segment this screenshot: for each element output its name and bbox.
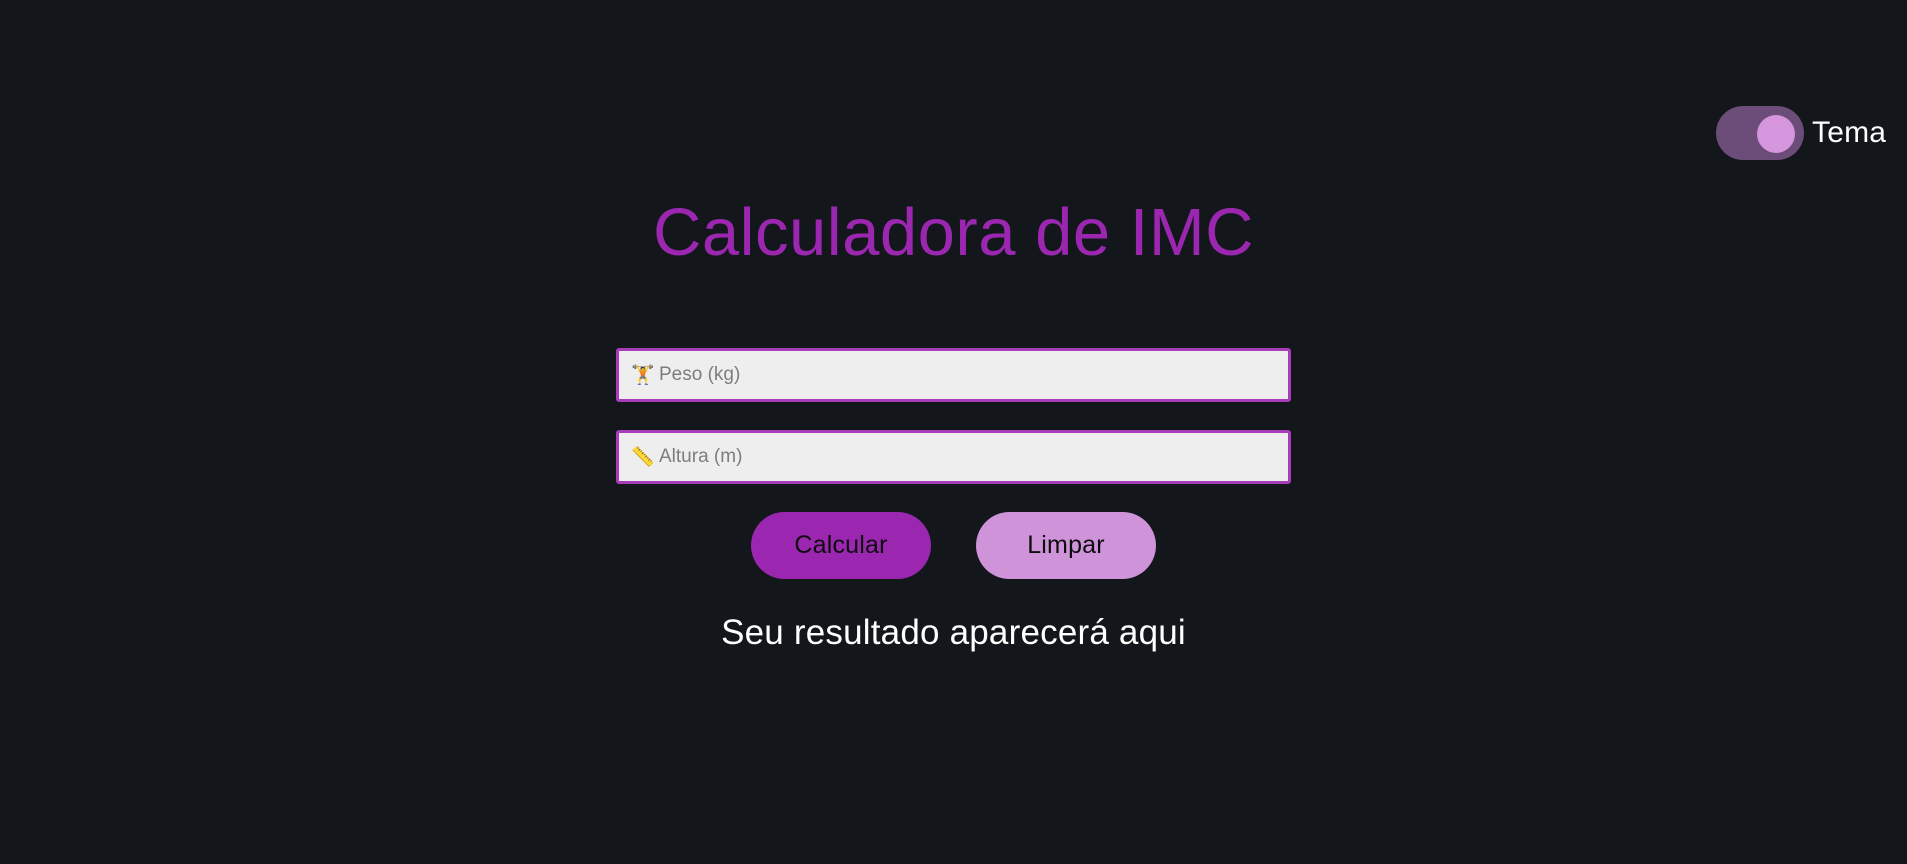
clear-button[interactable]: Limpar	[976, 512, 1156, 579]
theme-switch-thumb[interactable]	[1757, 115, 1795, 153]
height-input[interactable]	[659, 433, 1288, 481]
theme-label: Tema	[1812, 116, 1887, 149]
height-field[interactable]: 📏	[616, 430, 1291, 484]
page-title: Calculadora de IMC	[652, 195, 1255, 270]
result-text: Seu resultado aparecerá aqui	[721, 613, 1186, 652]
weight-field[interactable]: 🏋️	[616, 348, 1291, 402]
theme-switch[interactable]	[1716, 106, 1804, 160]
theme-toggle[interactable]: Tema	[1716, 106, 1886, 160]
calculate-button[interactable]: Calcular	[751, 512, 931, 579]
weight-input[interactable]	[659, 351, 1288, 399]
ruler-icon: 📏	[631, 447, 655, 468]
weightlifter-icon: 🏋️	[631, 365, 655, 386]
